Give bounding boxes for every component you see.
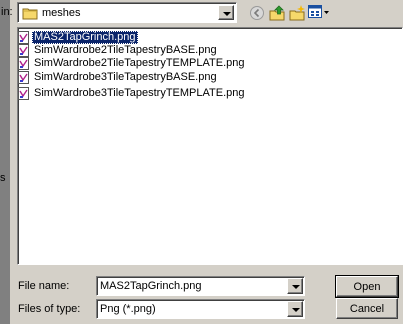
places-bar-text-fragment: s bbox=[0, 172, 6, 184]
back-arrow-icon[interactable] bbox=[250, 6, 264, 23]
cancel-button[interactable]: Cancel bbox=[336, 298, 398, 319]
lookin-label: in: bbox=[1, 6, 13, 18]
lookin-value: meshes bbox=[42, 7, 81, 19]
places-bar-edge bbox=[0, 0, 10, 324]
file-name: SimWardrobe3TileTapestryTEMPLATE.png bbox=[34, 87, 245, 99]
folder-icon bbox=[22, 7, 38, 23]
file-name: SimWardrobe2TileTapestryBASE.png bbox=[34, 44, 217, 56]
filename-field[interactable]: MAS2TapGrinch.png bbox=[96, 276, 305, 296]
up-folder-icon[interactable] bbox=[269, 5, 285, 24]
filename-dropdown-button[interactable] bbox=[287, 278, 303, 294]
filetype-value: Png (*.png) bbox=[100, 303, 156, 315]
filetype-label: Files of type: bbox=[18, 303, 81, 315]
filetype-select[interactable]: Png (*.png) bbox=[96, 299, 305, 319]
filename-label: File name: bbox=[18, 280, 70, 292]
filetype-dropdown-button[interactable] bbox=[287, 301, 303, 317]
file-name: MAS2TapGrinch.png bbox=[32, 31, 138, 44]
png-file-icon bbox=[18, 71, 30, 88]
filename-value: MAS2TapGrinch.png bbox=[100, 280, 202, 292]
new-folder-icon[interactable] bbox=[289, 5, 305, 24]
file-name: SimWardrobe2TileTapestryTEMPLATE.png bbox=[34, 57, 245, 69]
views-menu-icon[interactable] bbox=[308, 5, 330, 22]
lookin-combobox[interactable]: meshes bbox=[17, 2, 237, 23]
open-button[interactable]: Open bbox=[335, 275, 399, 298]
lookin-dropdown-button[interactable] bbox=[218, 5, 234, 20]
file-name: SimWardrobe3TileTapestryBASE.png bbox=[34, 71, 217, 83]
png-file-icon bbox=[18, 87, 30, 104]
